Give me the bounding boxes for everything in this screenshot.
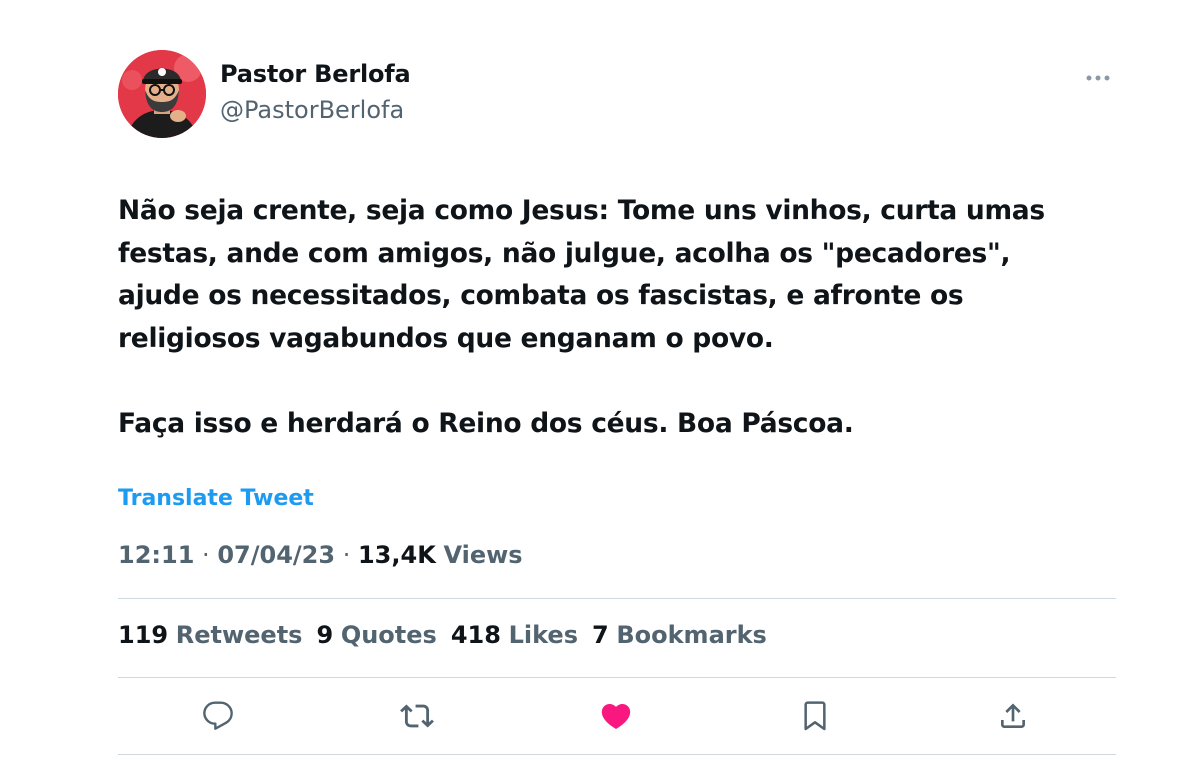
bookmarks-label: Bookmarks [616, 621, 767, 649]
reply-button[interactable] [200, 698, 236, 734]
more-dots-icon [1086, 75, 1110, 81]
divider [118, 598, 1116, 599]
share-button[interactable] [995, 698, 1031, 734]
bookmark-icon [804, 701, 826, 731]
share-icon [1001, 703, 1025, 728]
tweet: Pastor Berlofa @PastorBerlofa Não seja c… [118, 0, 1118, 759]
engagement-stats: 119 Retweets 9 Quotes 418 Likes 7 Bookma… [118, 621, 767, 649]
more-options-button[interactable] [1082, 64, 1114, 92]
divider [118, 754, 1116, 755]
retweet-button[interactable] [399, 698, 435, 734]
likes-stat[interactable]: 418 Likes [451, 621, 578, 649]
avatar-photo [118, 50, 206, 138]
reply-icon [203, 701, 233, 730]
author-handle[interactable]: @PastorBerlofa [220, 96, 404, 124]
retweet-icon [400, 704, 434, 728]
heart-icon [601, 703, 631, 729]
tweet-date[interactable]: 07/04/23 [217, 541, 335, 569]
views-label: Views [443, 541, 523, 569]
tweet-meta: 12:11 · 07/04/23 · 13,4K Views [118, 541, 523, 569]
quotes-label: Quotes [340, 621, 437, 649]
bookmarks-stat[interactable]: 7 Bookmarks [592, 621, 767, 649]
bookmarks-count: 7 [591, 621, 609, 649]
meta-separator-2: · [342, 541, 351, 569]
translate-tweet-link[interactable]: Translate Tweet [118, 486, 314, 511]
retweets-stat[interactable]: 119 Retweets [118, 621, 302, 649]
bookmark-button[interactable] [797, 698, 833, 734]
quotes-stat[interactable]: 9 Quotes [316, 621, 436, 649]
retweets-count: 119 [118, 621, 169, 649]
tweet-text: Não seja crente, seja como Jesus: Tome u… [118, 195, 1045, 439]
tweet-time[interactable]: 12:11 [118, 541, 194, 569]
avatar[interactable] [118, 50, 206, 138]
divider [118, 677, 1116, 678]
quotes-count: 9 [316, 621, 334, 649]
meta-separator: · [202, 541, 210, 569]
views-count: 13,4K [357, 541, 436, 569]
likes-label: Likes [508, 621, 578, 649]
retweets-label: Retweets [175, 621, 303, 649]
like-button[interactable] [598, 698, 634, 734]
likes-count: 418 [450, 621, 501, 649]
author-display-name[interactable]: Pastor Berlofa [220, 60, 411, 88]
